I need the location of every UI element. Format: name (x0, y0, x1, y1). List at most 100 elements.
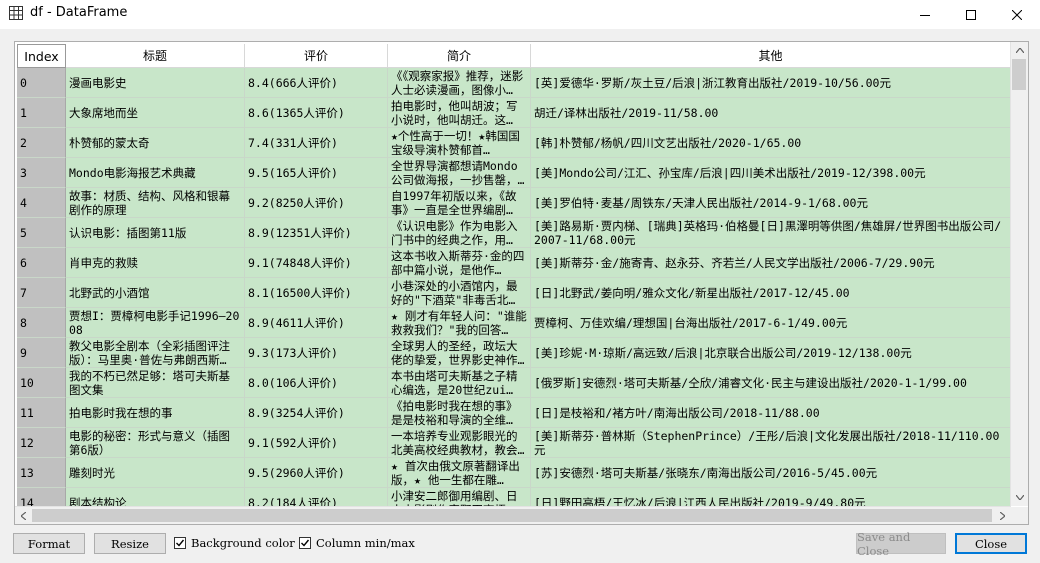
cell-other[interactable]: [英]爱德华·罗斯/灰土豆/后浪|浙江教育出版社/2019-10/56.00元 (531, 68, 1011, 98)
cell-index[interactable]: 12 (17, 428, 66, 458)
cell-intro[interactable]: 《《观察家报》推荐，迷影人士必读漫画，图像小… (388, 68, 531, 98)
cell-title[interactable]: 肖申克的救赎 (66, 248, 245, 278)
cell-title[interactable]: 我的不朽已然足够：塔可夫斯基图文集 (66, 368, 245, 398)
cell-rating[interactable]: 9.2(8250人评价) (245, 188, 388, 218)
cell-title[interactable]: 北野武的小酒馆 (66, 278, 245, 308)
cell-other[interactable]: [美]罗伯特·麦基/周铁东/天津人民出版社/2014-9-1/68.00元 (531, 188, 1011, 218)
cell-title[interactable]: 故事：材质、结构、风格和银幕剧作的原理 (66, 188, 245, 218)
table-row[interactable]: 4 故事：材质、结构、风格和银幕剧作的原理 9.2(8250人评价) 自1997年初版… (17, 188, 1011, 218)
table-row[interactable]: 10 我的不朽已然足够：塔可夫斯基图文集 8.0(106人评价) 本书由塔可夫斯基之子… (17, 368, 1011, 398)
cell-title[interactable]: Mondo电影海报艺术典藏 (66, 158, 245, 188)
cell-title[interactable]: 教父电影全剧本（全彩插图评注版）：马里奥·普佐与弗朗西斯… (66, 338, 245, 368)
cell-other[interactable]: [美]斯蒂芬·金/施寄青、赵永芬、齐若兰/人民文学出版社/2006-7/29.9… (531, 248, 1011, 278)
background-color-checkbox[interactable]: Background color (174, 536, 295, 550)
cell-title[interactable]: 漫画电影史 (66, 68, 245, 98)
close-button[interactable]: Close (955, 533, 1027, 554)
cell-index[interactable]: 7 (17, 278, 66, 308)
cell-other[interactable]: [美]路易斯·贾内梯、[瑞典]英格玛·伯格曼[日]黒澤明等供图/焦雄屏/世界图书… (531, 218, 1011, 248)
scroll-down-icon[interactable] (1011, 489, 1028, 506)
cell-intro[interactable]: 本书由塔可夫斯基之子精心编选，是20世纪zui… (388, 368, 531, 398)
horizontal-scroll-thumb[interactable] (32, 509, 992, 522)
cell-intro[interactable]: 《认识电影》作为电影入门书中的经典之作，用… (388, 218, 531, 248)
cell-intro[interactable]: 《拍电影时我在想的事》是是枝裕和导演的全维… (388, 398, 531, 428)
cell-other[interactable]: [日]北野武/姜向明/雅众文化/新星出版社/2017-12/45.00 (531, 278, 1011, 308)
cell-title[interactable]: 电影的秘密：形式与意义（插图第6版） (66, 428, 245, 458)
maximize-button[interactable] (948, 0, 994, 29)
table-row[interactable]: 11 拍电影时我在想的事 8.9(3254人评价) 《拍电影时我在想的事》是是枝裕和导… (17, 398, 1011, 428)
table-row[interactable]: 1 大象席地而坐 8.6(1365人评价) 拍电影时，他叫胡波；写小说时，他叫胡迁。这… (17, 98, 1011, 128)
header-index[interactable]: Index (17, 44, 66, 68)
cell-title[interactable]: 大象席地而坐 (66, 98, 245, 128)
cell-other[interactable]: [俄罗斯]安德烈·塔可夫斯基/仝欣/浦睿文化·民主与建设出版社/2020-1-1… (531, 368, 1011, 398)
table-row[interactable]: 8 贾想I：贾樟柯电影手记1996—2008 8.9(4611人评价) ★ 刚才有年轻… (17, 308, 1011, 338)
cell-other[interactable]: [美]Mondo公司/江汇、孙宝库/后浪|四川美术出版社/2019-12/398… (531, 158, 1011, 188)
cell-index[interactable]: 13 (17, 458, 66, 488)
table-row[interactable]: 3 Mondo电影海报艺术典藏 9.5(165人评价) 全世界导演都想请Mondo公司… (17, 158, 1011, 188)
table-row[interactable]: 5 认识电影：插图第11版 8.9(12351人评价) 《认识电影》作为电影入门书中的… (17, 218, 1011, 248)
cell-intro[interactable]: ★ 首次由俄文原著翻译出版，★ 他一生都在雕… (388, 458, 531, 488)
header-other[interactable]: 其他 (531, 44, 1011, 68)
cell-other[interactable]: [美]斯蒂芬·普林斯（StephenPrince）/王彤/后浪|文化发展出版社/… (531, 428, 1011, 458)
save-and-close-button[interactable]: Save and Close (856, 530, 946, 558)
cell-rating[interactable]: 8.4(666人评价) (245, 68, 388, 98)
table-row[interactable]: 13 雕刻时光 9.5(2960人评价) ★ 首次由俄文原著翻译出版，★ 他一生都在雕… (17, 458, 1011, 488)
cell-rating[interactable]: 8.0(106人评价) (245, 368, 388, 398)
table-row[interactable]: 7 北野武的小酒馆 8.1(16500人评价) 小巷深处的小酒馆内，最好的"下酒菜"非… (17, 278, 1011, 308)
cell-intro[interactable]: 一本培养专业观影眼光的北美高校经典教材，教会… (388, 428, 531, 458)
cell-index[interactable]: 0 (17, 68, 66, 98)
scroll-up-icon[interactable] (1011, 42, 1028, 59)
cell-intro[interactable]: ★个性高于一切！★韩国国宝级导演朴赞郁首… (388, 128, 531, 158)
table-row[interactable]: 2 朴赞郁的蒙太奇 7.4(331人评价) ★个性高于一切！★韩国国宝级导演朴赞郁首…… (17, 128, 1011, 158)
cell-other[interactable]: [韩]朴赞郁/杨帆/四川文艺出版社/2020-1/65.00 (531, 128, 1011, 158)
cell-title[interactable]: 雕刻时光 (66, 458, 245, 488)
header-title[interactable]: 标题 (66, 44, 245, 68)
cell-intro[interactable]: 全世界导演都想请Mondo公司做海报，一抄售罄，… (388, 158, 531, 188)
cell-intro[interactable]: ★ 刚才有年轻人问："谁能救救我们？"我的回答… (388, 308, 531, 338)
header-intro[interactable]: 简介 (388, 44, 531, 68)
format-button[interactable]: Format (13, 533, 85, 554)
table-row[interactable]: 0 漫画电影史 8.4(666人评价) 《《观察家报》推荐，迷影人士必读漫画，图像小…… (17, 68, 1011, 98)
scroll-right-icon[interactable] (994, 507, 1011, 524)
cell-rating[interactable]: 9.1(74848人评价) (245, 248, 388, 278)
checkbox-box[interactable] (299, 537, 311, 549)
cell-other[interactable]: [苏]安德烈·塔可夫斯基/张晓东/南海出版公司/2016-5/45.00元 (531, 458, 1011, 488)
scroll-left-icon[interactable] (15, 507, 32, 524)
cell-index[interactable]: 3 (17, 158, 66, 188)
cell-other[interactable]: 贾樟柯、万佳欢编/理想国|台海出版社/2017-6-1/49.00元 (531, 308, 1011, 338)
resize-button[interactable]: Resize (94, 533, 166, 554)
minimize-button[interactable] (902, 0, 948, 29)
cell-rating[interactable]: 9.5(2960人评价) (245, 458, 388, 488)
cell-index[interactable]: 6 (17, 248, 66, 278)
cell-index[interactable]: 1 (17, 98, 66, 128)
cell-intro[interactable]: 全球男人的圣经，政坛大佬的挚爱，世界影史神作… (388, 338, 531, 368)
cell-other[interactable]: [日]是枝裕和/褚方叶/南海出版公司/2018-11/88.00 (531, 398, 1011, 428)
close-window-button[interactable] (994, 0, 1040, 29)
horizontal-scrollbar[interactable] (15, 506, 1011, 524)
cell-title[interactable]: 朴赞郁的蒙太奇 (66, 128, 245, 158)
cell-rating[interactable]: 8.9(4611人评价) (245, 308, 388, 338)
cell-rating[interactable]: 8.6(1365人评价) (245, 98, 388, 128)
cell-rating[interactable]: 9.1(592人评价) (245, 428, 388, 458)
checkbox-box[interactable] (174, 537, 186, 549)
cell-title[interactable]: 认识电影：插图第11版 (66, 218, 245, 248)
cell-title[interactable]: 贾想I：贾樟柯电影手记1996—2008 (66, 308, 245, 338)
cell-index[interactable]: 8 (17, 308, 66, 338)
cell-intro[interactable]: 小巷深处的小酒馆内，最好的"下酒菜"非毒舌北… (388, 278, 531, 308)
column-minmax-checkbox[interactable]: Column min/max (299, 536, 415, 550)
cell-intro[interactable]: 这本书收入斯蒂芬·金的四部中篇小说，是他作… (388, 248, 531, 278)
cell-intro[interactable]: 自1997年初版以来，《故事》一直是全世界编剧… (388, 188, 531, 218)
cell-index[interactable]: 10 (17, 368, 66, 398)
cell-index[interactable]: 9 (17, 338, 66, 368)
cell-title[interactable]: 拍电影时我在想的事 (66, 398, 245, 428)
cell-rating[interactable]: 7.4(331人评价) (245, 128, 388, 158)
cell-index[interactable]: 4 (17, 188, 66, 218)
cell-rating[interactable]: 8.1(16500人评价) (245, 278, 388, 308)
cell-rating[interactable]: 8.9(3254人评价) (245, 398, 388, 428)
table-row[interactable]: 12 电影的秘密：形式与意义（插图第6版） 9.1(592人评价) 一本培养专业观影眼… (17, 428, 1011, 458)
cell-rating[interactable]: 9.5(165人评价) (245, 158, 388, 188)
vertical-scroll-thumb[interactable] (1012, 59, 1026, 90)
cell-rating[interactable]: 9.3(173人评价) (245, 338, 388, 368)
cell-other[interactable]: [美]珍妮·M·琼斯/高远致/后浪|北京联合出版公司/2019-12/138.0… (531, 338, 1011, 368)
table-row[interactable]: 9 教父电影全剧本（全彩插图评注版）：马里奥·普佐与弗朗西斯… 9.3(173人评价… (17, 338, 1011, 368)
vertical-scrollbar[interactable] (1010, 42, 1028, 506)
